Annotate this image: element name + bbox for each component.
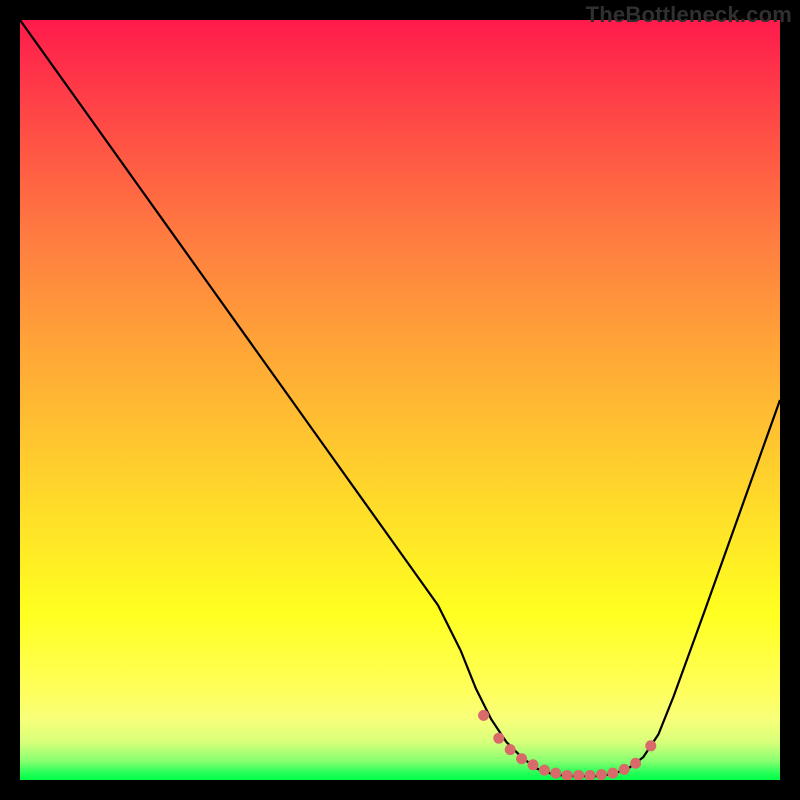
marker-dot — [516, 753, 527, 764]
chart-svg — [20, 20, 780, 780]
chart-container: TheBottleneck.com — [0, 0, 800, 800]
marker-dot — [478, 710, 489, 721]
watermark-text: TheBottleneck.com — [586, 2, 792, 28]
curve-line — [20, 20, 780, 776]
marker-dot — [562, 770, 573, 780]
marker-dot — [550, 768, 561, 779]
highlight-markers — [478, 710, 656, 780]
marker-dot — [596, 769, 607, 780]
marker-dot — [630, 758, 641, 769]
marker-dot — [619, 764, 630, 775]
marker-dot — [645, 740, 656, 751]
marker-dot — [528, 759, 539, 770]
marker-dot — [505, 744, 516, 755]
marker-dot — [585, 770, 596, 780]
marker-dot — [607, 768, 618, 779]
marker-dot — [573, 770, 584, 780]
plot-area — [20, 20, 780, 780]
marker-dot — [539, 765, 550, 776]
marker-dot — [493, 733, 504, 744]
